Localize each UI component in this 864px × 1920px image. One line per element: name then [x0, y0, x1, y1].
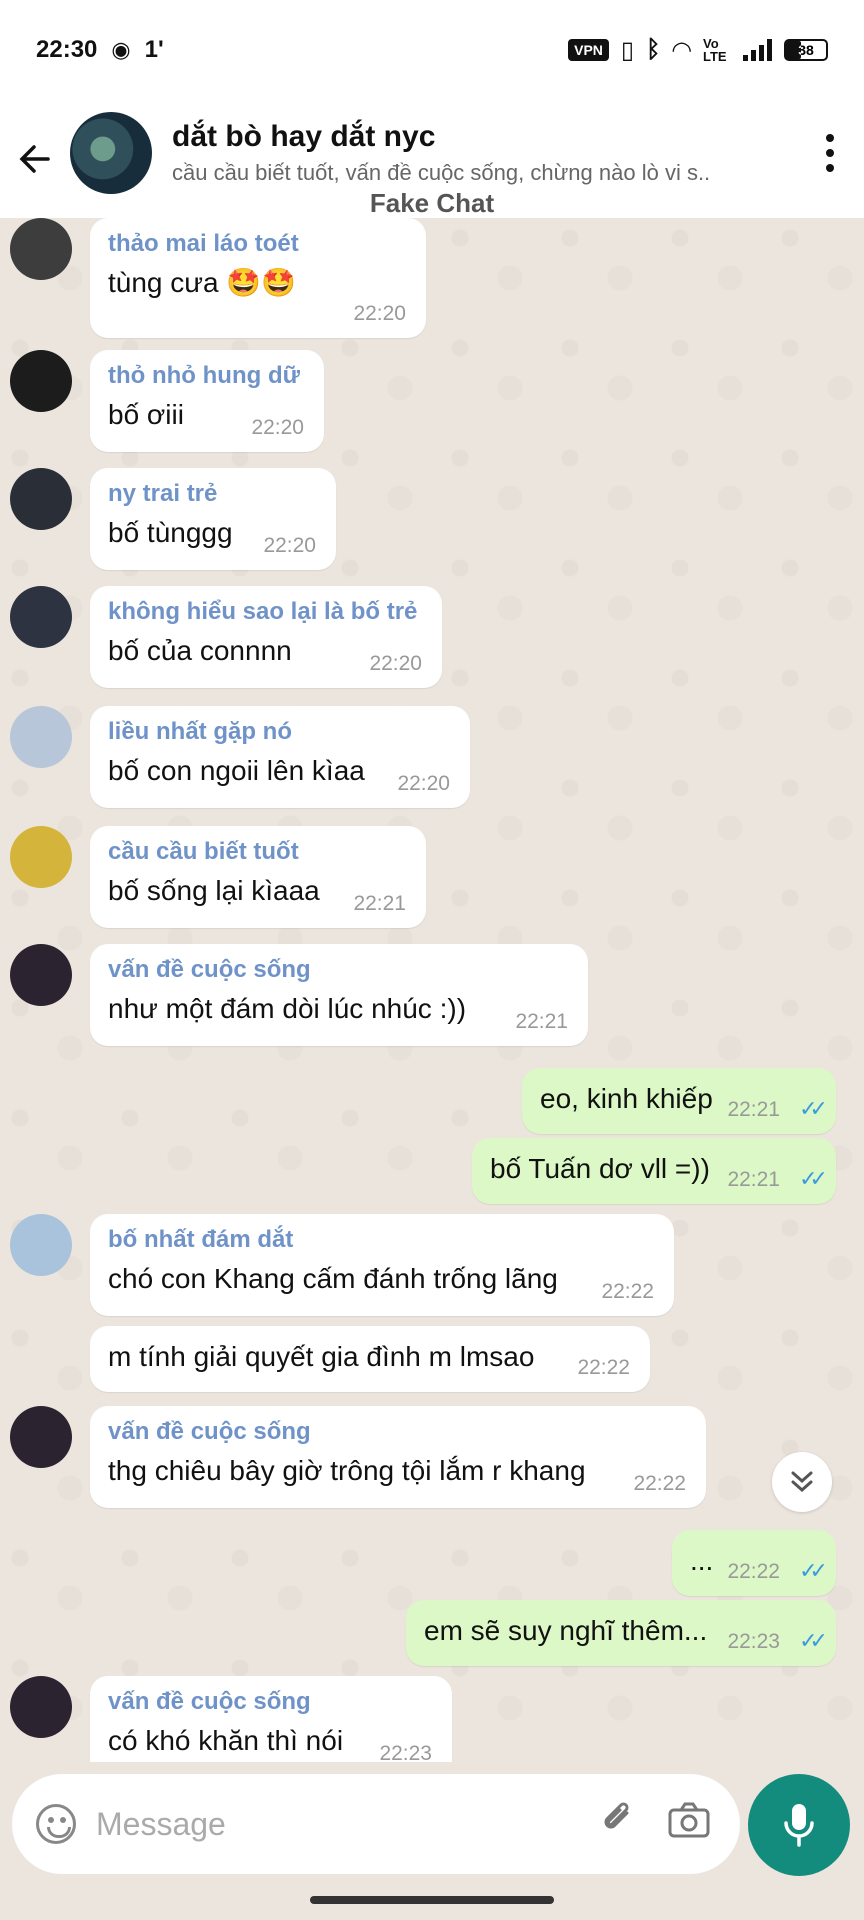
- avatar[interactable]: [10, 826, 72, 888]
- emoji-icon[interactable]: [36, 1804, 76, 1844]
- message-time: 22:21: [727, 1168, 780, 1191]
- message-time: 22:22: [577, 1356, 630, 1379]
- message-time: 22:22: [633, 1472, 686, 1495]
- message-time: 22:22: [601, 1280, 654, 1303]
- avatar[interactable]: [10, 944, 72, 1006]
- messenger-icon: ◉: [111, 37, 131, 62]
- avatar[interactable]: [10, 1676, 72, 1738]
- read-ticks-icon: ✓✓: [799, 1558, 828, 1583]
- incoming-message[interactable]: thỏ nhỏ hung dữ bố ơiii 22:20: [90, 350, 324, 452]
- message-text: chó con Khang cấm đánh trống lãng: [108, 1263, 558, 1294]
- signal-icon: [743, 39, 772, 61]
- camera-icon[interactable]: [662, 1800, 716, 1849]
- sender-name: vấn đề cuộc sống: [108, 1688, 311, 1715]
- message-composer: [12, 1774, 740, 1874]
- read-ticks-icon: ✓✓: [799, 1628, 828, 1653]
- message-time: 22:20: [369, 652, 422, 675]
- message-text: như một đám dòi lúc nhúc :)): [108, 993, 467, 1024]
- wifi-icon: ◠: [672, 36, 691, 64]
- message-text: m tính giải quyết gia đình m lmsao: [108, 1341, 535, 1372]
- battery-level: 38: [798, 42, 814, 58]
- status-notif-count: 1': [144, 36, 164, 63]
- outgoing-message[interactable]: eo, kinh khiếp 22:21 ✓✓: [522, 1068, 836, 1134]
- chat-header: dắt bò hay dắt nyc cầu cầu biết tuốt, vấ…: [0, 100, 864, 218]
- sender-name: ny trai trẻ: [108, 480, 218, 507]
- sender-name: thỏ nhỏ hung dữ: [108, 362, 300, 389]
- status-bar: 22:30 ◉ 1' VPN ▯ ᛒ ◠ Vo LTE 38: [0, 0, 864, 100]
- group-avatar[interactable]: [70, 112, 152, 194]
- message-time: 22:21: [727, 1098, 780, 1121]
- group-members: cầu cầu biết tuốt, vấn đề cuộc sống, chừ…: [172, 160, 711, 185]
- incoming-message[interactable]: m tính giải quyết gia đình m lmsao 22:22: [90, 1326, 650, 1392]
- incoming-message[interactable]: cầu cầu biết tuốt bố sống lại kìaaa 22:2…: [90, 826, 426, 928]
- read-ticks-icon: ✓✓: [799, 1096, 828, 1121]
- incoming-message[interactable]: liều nhất gặp nó bố con ngoii lên kìaa 2…: [90, 706, 470, 808]
- outgoing-message[interactable]: bố Tuấn dơ vll =)) 22:21 ✓✓: [472, 1138, 836, 1204]
- incoming-message[interactable]: thảo mai láo toét tùng cưa 🤩🤩 22:20: [90, 218, 426, 338]
- message-time: 22:23: [727, 1630, 780, 1653]
- vpn-badge: VPN: [568, 39, 609, 61]
- incoming-message[interactable]: vấn đề cuộc sống thg chiêu bây giờ trông…: [90, 1406, 706, 1508]
- message-time: 22:20: [263, 534, 316, 557]
- status-time: 22:30: [36, 36, 98, 63]
- sender-name: không hiểu sao lại là bố trẻ: [108, 598, 418, 625]
- message-time: 22:20: [353, 302, 406, 325]
- message-list[interactable]: thảo mai láo toét tùng cưa 🤩🤩 22:20 thỏ …: [0, 218, 864, 1762]
- sender-name: vấn đề cuộc sống: [108, 956, 311, 983]
- vibrate-icon: ▯: [620, 36, 635, 64]
- avatar[interactable]: [10, 350, 72, 412]
- outgoing-message[interactable]: ... 22:22 ✓✓: [672, 1530, 836, 1596]
- avatar[interactable]: [10, 586, 72, 648]
- battery-icon: 38: [784, 39, 828, 61]
- group-title: dắt bò hay dắt nyc: [172, 120, 436, 153]
- chat-info[interactable]: dắt bò hay dắt nyc cầu cầu biết tuốt, vấ…: [172, 120, 772, 186]
- message-time: 22:21: [353, 892, 406, 915]
- scroll-down-icon[interactable]: [772, 1452, 832, 1512]
- attach-icon[interactable]: [594, 1799, 644, 1849]
- incoming-message[interactable]: không hiểu sao lại là bố trẻ bố của conn…: [90, 586, 442, 688]
- incoming-message[interactable]: vấn đề cuộc sống có khó khăn thì nói 22:…: [90, 1676, 452, 1762]
- home-indicator[interactable]: [310, 1896, 554, 1904]
- mic-icon[interactable]: [748, 1774, 850, 1876]
- message-time: 22:20: [397, 772, 450, 795]
- more-options-icon[interactable]: [826, 134, 838, 172]
- avatar[interactable]: [10, 468, 72, 530]
- message-time: 22:22: [727, 1560, 780, 1583]
- volte-label: Vo LTE: [703, 36, 727, 64]
- message-input[interactable]: [96, 1805, 594, 1843]
- incoming-message[interactable]: bố nhất đám dắt chó con Khang cấm đánh t…: [90, 1214, 674, 1316]
- sender-name: bố nhất đám dắt: [108, 1226, 294, 1253]
- outgoing-message[interactable]: em sẽ suy nghĩ thêm... 22:23 ✓✓: [406, 1600, 836, 1666]
- sender-name: thảo mai láo toét: [108, 230, 299, 257]
- incoming-message[interactable]: vấn đề cuộc sống như một đám dòi lúc nhú…: [90, 944, 588, 1046]
- avatar[interactable]: [10, 218, 72, 280]
- read-ticks-icon: ✓✓: [799, 1166, 828, 1191]
- bluetooth-icon: ᛒ: [646, 36, 661, 63]
- incoming-message[interactable]: ny trai trẻ bố tùnggg 22:20: [90, 468, 336, 570]
- sender-name: vấn đề cuộc sống: [108, 1418, 311, 1445]
- sender-name: liều nhất gặp nó: [108, 718, 292, 745]
- message-text: tùng cưa 🤩🤩: [108, 267, 297, 298]
- message-time: 22:23: [379, 1742, 432, 1762]
- avatar[interactable]: [10, 706, 72, 768]
- avatar[interactable]: [10, 1406, 72, 1468]
- avatar[interactable]: [10, 1214, 72, 1276]
- message-time: 22:20: [251, 416, 304, 439]
- message-text: thg chiêu bây giờ trông tội lắm r khang: [108, 1455, 586, 1486]
- sender-name: cầu cầu biết tuốt: [108, 838, 299, 865]
- message-time: 22:21: [515, 1010, 568, 1033]
- fake-chat-label: Fake Chat: [369, 188, 495, 218]
